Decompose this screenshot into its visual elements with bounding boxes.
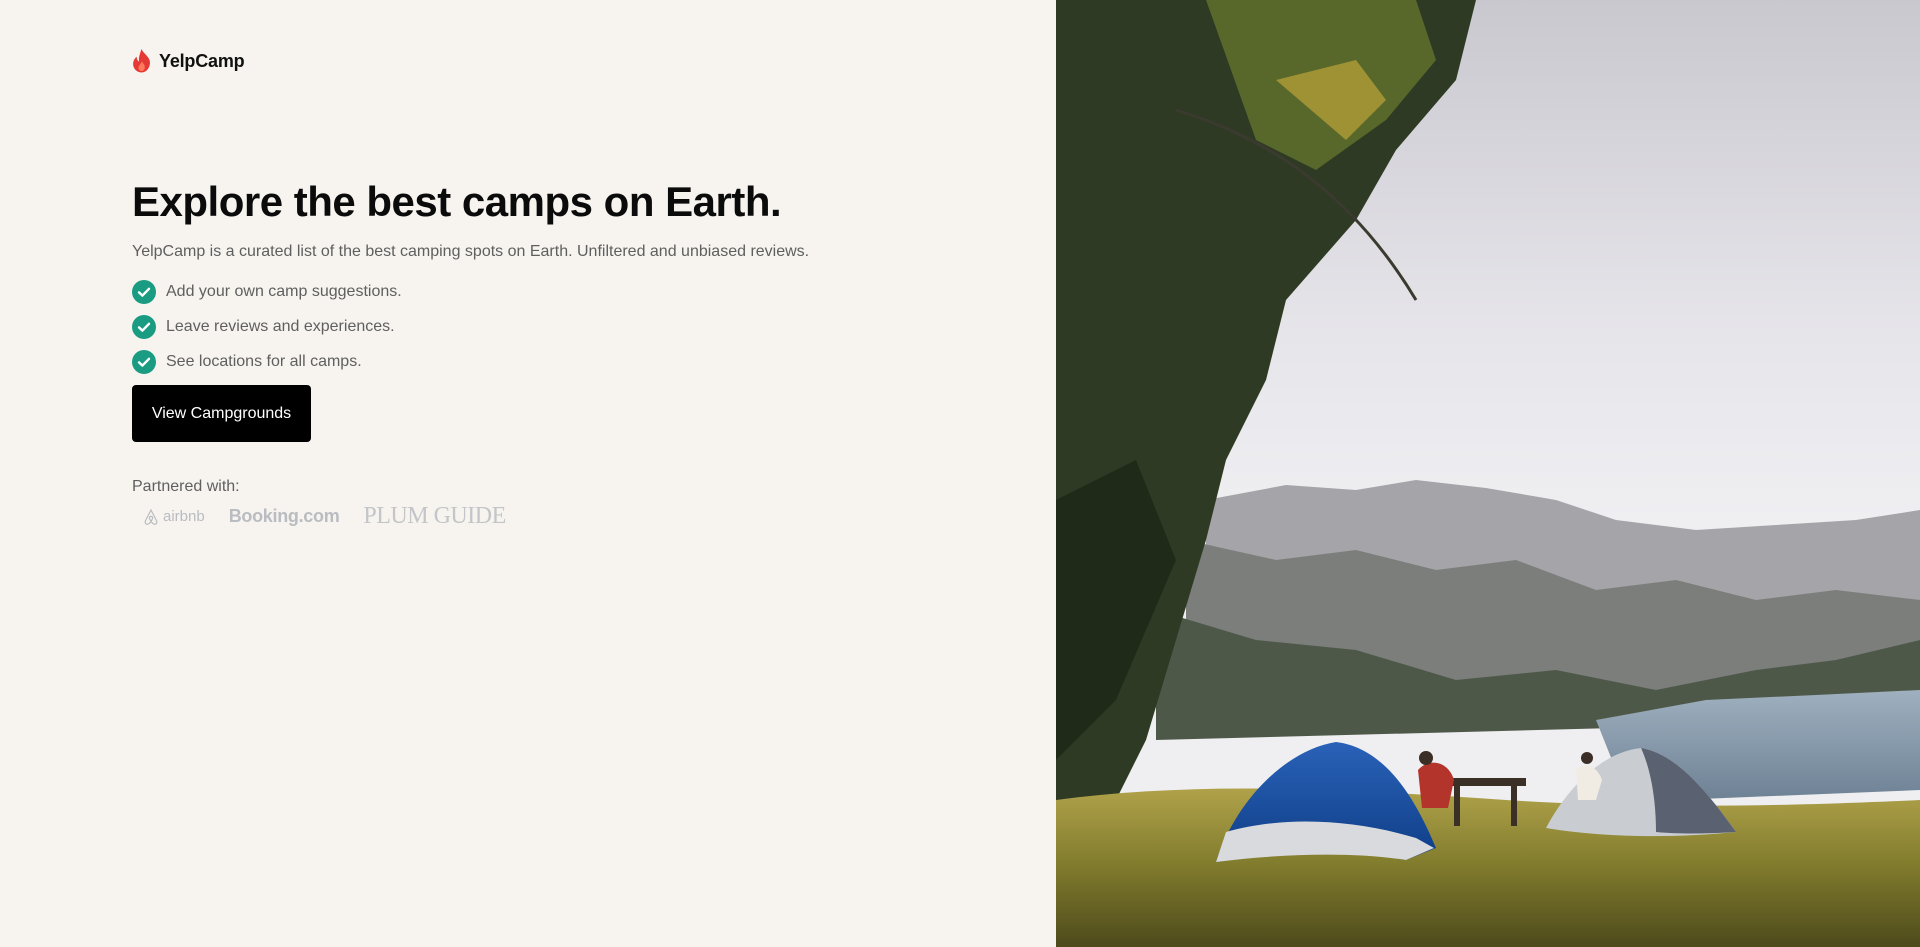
feature-label: Add your own camp suggestions. bbox=[166, 282, 402, 300]
check-circle-icon bbox=[132, 314, 156, 339]
page-title: Explore the best camps on Earth. bbox=[132, 178, 782, 225]
brand-logo[interactable]: YelpCamp bbox=[132, 49, 245, 73]
plum-guide-logo: PLUM GUIDE bbox=[363, 503, 506, 529]
hero-description: YelpCamp is a curated list of the best c… bbox=[132, 243, 810, 260]
airbnb-logo: airbnb bbox=[142, 508, 205, 526]
feature-list: Add your own camp suggestions. Leave rev… bbox=[132, 274, 809, 379]
feature-item: Add your own camp suggestions. bbox=[132, 274, 809, 309]
check-circle-icon bbox=[132, 349, 156, 374]
hero-section: Explore the best camps on Earth. YelpCam… bbox=[132, 178, 809, 379]
feature-item: Leave reviews and experiences. bbox=[132, 309, 809, 344]
brand-name: YelpCamp bbox=[159, 50, 245, 71]
check-circle-icon bbox=[132, 279, 156, 304]
airbnb-wordmark: airbnb bbox=[163, 508, 205, 525]
partners-label: Partnered with: bbox=[132, 478, 240, 495]
booking-logo: Booking.com bbox=[228, 506, 340, 526]
landing-left-panel: YelpCamp Explore the best camps on Earth… bbox=[0, 0, 1056, 947]
feature-label: See locations for all camps. bbox=[166, 352, 362, 370]
hero-photo bbox=[1056, 0, 1920, 947]
view-campgrounds-button[interactable]: View Campgrounds bbox=[132, 385, 311, 442]
flame-icon bbox=[132, 49, 151, 73]
feature-label: Leave reviews and experiences. bbox=[166, 317, 395, 335]
partner-logos: airbnb Booking.com PLUM GUIDE bbox=[142, 503, 506, 530]
feature-item: See locations for all camps. bbox=[132, 344, 809, 379]
